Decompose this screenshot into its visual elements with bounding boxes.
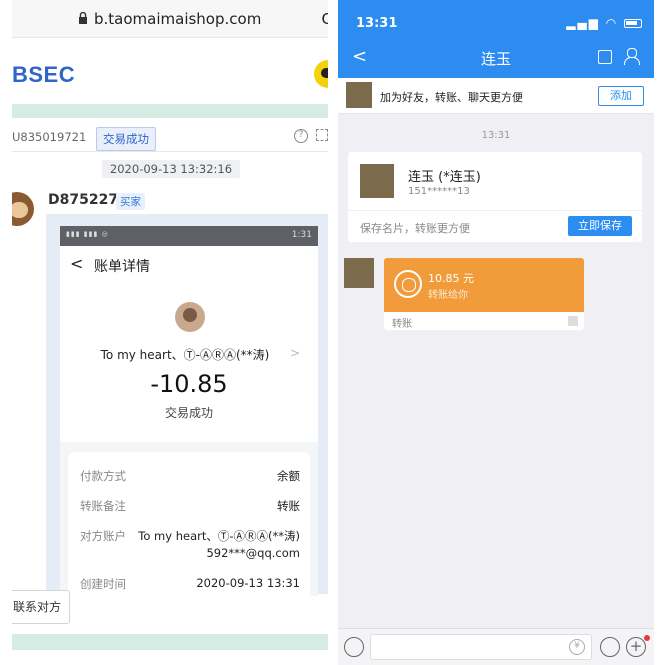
divider-bar (12, 634, 328, 650)
transfer-icon (394, 270, 422, 298)
phone-status-time: 1:31 (291, 230, 312, 240)
detail-label: 对方账户 (80, 529, 126, 543)
status-badge: 交易成功 (96, 127, 156, 151)
order-id: U835019721 (12, 130, 87, 144)
add-friend-text: 加为好友，转账、聊天更方便 (380, 91, 523, 104)
mascot-icon (314, 60, 328, 88)
reload-icon[interactable]: C (322, 10, 328, 28)
avatar (360, 164, 394, 198)
buyer-badge: 买家 (116, 193, 145, 210)
phone-screen: ▮▮▮ ▮▮▮ ◎ 1:31 < 账单详情 To my heart、Ⓣ-ⒶⓇⒶ(… (60, 226, 318, 596)
right-panel: 13:31 ▂▄▆ ◠ < 连玉 加为好友，转账、聊天更方便 添加 13:31 … (338, 0, 654, 665)
transfer-amount: 10.85 元 (428, 272, 474, 285)
contact-card: 连玉 (*连玉) 151******13 保存名片，转账更方便 立即保存 (348, 152, 642, 242)
screenshot-image[interactable]: ▮▮▮ ▮▮▮ ◎ 1:31 < 账单详情 To my heart、Ⓣ-ⒶⓇⒶ(… (46, 214, 328, 596)
message-input[interactable]: ¥ (370, 634, 592, 660)
battery-icon (624, 19, 642, 28)
bill-details: 付款方式 余额 转账备注 转账 对方账户 To my heart、Ⓣ-ⒶⓇⒶ(*… (68, 452, 310, 596)
status-icons: ▂▄▆ ◠ (566, 16, 642, 30)
detail-value: 2020-09-13 13:31 (196, 576, 300, 590)
lock-icon (79, 12, 87, 24)
avatar (12, 192, 34, 226)
add-friend-button[interactable]: 添加 (598, 86, 644, 106)
bill-amount: -10.85 (150, 370, 228, 398)
phone-status-bar: ▮▮▮ ▮▮▮ ◎ 1:31 (60, 226, 318, 246)
phone-title: 账单详情 (94, 259, 150, 275)
divider-bar (12, 104, 328, 118)
transfer-icon[interactable] (598, 50, 612, 64)
message-timestamp: 2020-09-13 13:32:16 (102, 160, 240, 178)
profile-icon[interactable] (624, 48, 640, 65)
buyer-name: D875227 (48, 192, 119, 208)
phone-header: < 账单详情 (60, 246, 318, 282)
brand-logo: BSEC (12, 62, 76, 87)
signal-icon: ▮▮▮ ▮▮▮ ◎ (66, 230, 109, 238)
yen-icon[interactable]: ¥ (569, 639, 585, 655)
contact-button[interactable]: 联系对方 (12, 590, 70, 624)
avatar[interactable] (344, 258, 374, 288)
expand-icon[interactable] (316, 129, 328, 141)
detail-value: 转账 (277, 499, 300, 513)
add-friend-bar: 加为好友，转账、聊天更方便 添加 (338, 78, 654, 114)
url-text: b.taomaimaishop.com (94, 10, 262, 28)
detail-label: 付款方式 (80, 469, 126, 483)
payee-name: To my heart、Ⓣ-ⒶⓇⒶ(**涛) (100, 348, 270, 362)
emoji-icon[interactable] (600, 637, 620, 657)
detail-label: 转账备注 (80, 499, 126, 513)
save-contact-button[interactable]: 立即保存 (568, 216, 632, 236)
bill-status: 交易成功 (164, 406, 213, 420)
chat-timestamp: 13:31 (481, 130, 511, 141)
back-icon: < (70, 254, 84, 273)
transfer-label: 转账 (392, 319, 412, 330)
browser-url-bar[interactable]: b.taomaimaishop.com C (12, 0, 328, 38)
help-icon[interactable]: ? (294, 129, 308, 143)
notification-dot (644, 635, 650, 641)
voice-icon[interactable] (344, 637, 364, 657)
contact-name: 连玉 (*连玉) (408, 170, 481, 185)
detail-value: To my heart、Ⓣ-ⒶⓇⒶ(**涛) (138, 529, 300, 543)
payee-avatar (175, 302, 205, 332)
order-row: U835019721 交易成功 ? (12, 124, 328, 152)
chat-input-bar: ¥ + (338, 628, 654, 665)
divider (348, 210, 642, 211)
transfer-message[interactable]: 10.85 元 转账给你 (384, 258, 584, 312)
save-hint: 保存名片，转账更方便 (360, 222, 470, 235)
contact-phone: 151******13 (408, 186, 470, 197)
left-panel: b.taomaimaishop.com C BSEC U835019721 交易… (12, 0, 328, 665)
detail-value-email: 592***@qq.com (206, 546, 300, 560)
plus-icon[interactable]: + (626, 637, 646, 657)
detail-value: 余额 (277, 469, 300, 483)
status-time: 13:31 (356, 16, 398, 31)
nav-bar: 13:31 ▂▄▆ ◠ < 连玉 (338, 0, 654, 78)
transfer-footer: 转账 (384, 312, 584, 330)
bill-summary: To my heart、Ⓣ-ⒶⓇⒶ(**涛) > -10.85 交易成功 (60, 282, 318, 442)
avatar (346, 82, 372, 108)
chevron-right-icon: > (289, 346, 300, 360)
screenshot-composite: b.taomaimaishop.com C BSEC U835019721 交易… (0, 0, 665, 665)
alipay-icon (568, 316, 578, 326)
transfer-subtitle: 转账给你 (428, 290, 468, 301)
detail-label: 创建时间 (80, 577, 126, 591)
